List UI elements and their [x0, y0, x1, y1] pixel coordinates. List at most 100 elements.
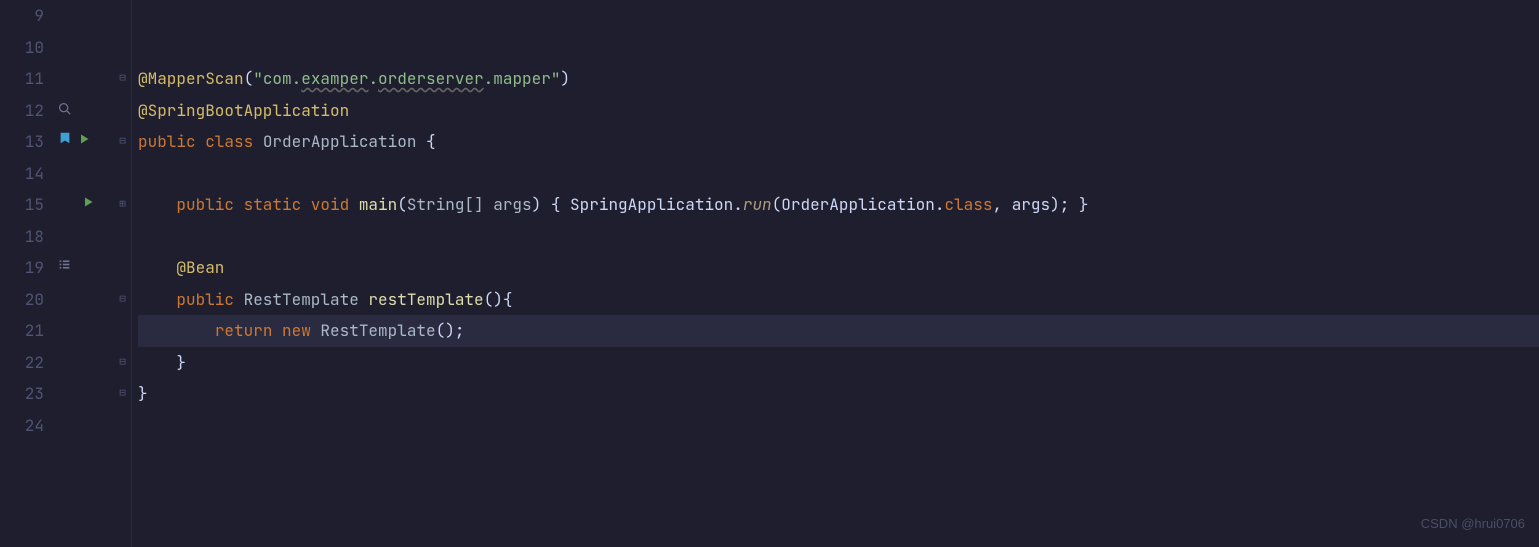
code-line[interactable]: public static void main(String[] args) {… [138, 189, 1539, 221]
code-token: { [426, 126, 436, 158]
fold-toggle[interactable]: ⊟ [114, 347, 131, 379]
gutter-icon-row [54, 189, 114, 221]
gutter-icon-row [54, 347, 114, 379]
fold-toggle[interactable]: ⊞ [114, 189, 131, 221]
code-editor: 910111213141518192021222324 ⊟⊟⊞⊟⊟⊟ @Mapp… [0, 0, 1539, 547]
fold-toggle[interactable]: ⊟ [114, 126, 131, 158]
line-number[interactable]: 20 [0, 284, 44, 316]
line-number[interactable]: 11 [0, 63, 44, 95]
fold-collapse-icon[interactable]: ⊟ [119, 347, 126, 379]
fold-toggle [114, 221, 131, 253]
fold-toggle [114, 0, 131, 32]
code-token: ( [397, 189, 407, 221]
fold-collapse-icon[interactable]: ⊟ [119, 378, 126, 410]
code-token [138, 284, 176, 316]
code-token: } [1079, 189, 1089, 221]
code-token: ( [244, 63, 254, 95]
code-line[interactable]: } [138, 347, 1539, 379]
code-token: (){ [484, 284, 513, 316]
fold-collapse-icon[interactable]: ⊟ [119, 63, 126, 95]
fold-toggle [114, 315, 131, 347]
gutter-icon-row [54, 378, 114, 410]
line-number[interactable]: 13 [0, 126, 44, 158]
gutter-icon-row [54, 32, 114, 64]
fold-collapse-icon[interactable]: ⊟ [119, 126, 126, 158]
code-token: { [551, 189, 570, 221]
code-line[interactable] [138, 410, 1539, 442]
code-line[interactable]: @Bean [138, 252, 1539, 284]
code-token: @Bean [176, 252, 224, 284]
code-token: (OrderApplication. [772, 189, 945, 221]
fold-toggle [114, 252, 131, 284]
code-token: return new [215, 315, 321, 347]
code-token: (); [436, 315, 465, 347]
code-token [138, 347, 176, 379]
gutter-icon-row [54, 252, 114, 284]
fold-toggle [114, 158, 131, 190]
line-number[interactable]: 24 [0, 410, 44, 442]
code-token: public static void [176, 189, 358, 221]
gutter-icon-row [54, 410, 114, 442]
bookmark-icon[interactable] [58, 126, 72, 158]
watermark-text: CSDN @hrui0706 [1421, 508, 1525, 540]
code-token: main [359, 189, 397, 221]
gutter-icon-row [54, 95, 114, 127]
code-line[interactable]: } [138, 378, 1539, 410]
override-icon[interactable] [58, 252, 71, 284]
code-token [138, 252, 176, 284]
line-number[interactable]: 23 [0, 378, 44, 410]
line-number[interactable]: 21 [0, 315, 44, 347]
fold-toggle [114, 32, 131, 64]
gutter-icon-row [54, 221, 114, 253]
line-number[interactable]: 15 [0, 189, 44, 221]
code-token: .mapper" [484, 63, 561, 95]
code-token: run [743, 189, 772, 221]
fold-toggle[interactable]: ⊟ [114, 378, 131, 410]
gutter-icon-row [54, 158, 114, 190]
run-icon[interactable] [78, 126, 90, 158]
code-token: class [944, 189, 992, 221]
code-token: ) [560, 63, 570, 95]
code-line[interactable] [138, 0, 1539, 32]
fold-toggle[interactable]: ⊟ [114, 284, 131, 316]
fold-expand-icon[interactable]: ⊞ [119, 189, 126, 221]
code-token: args [493, 189, 531, 221]
code-line[interactable] [138, 32, 1539, 64]
code-line[interactable]: @MapperScan("com.examper.orderserver.map… [138, 63, 1539, 95]
code-token: orderserver [378, 63, 484, 95]
code-token: ) [532, 189, 551, 221]
fold-column: ⊟⊟⊞⊟⊟⊟ [114, 0, 132, 547]
code-token: . [368, 63, 378, 95]
line-number[interactable]: 14 [0, 158, 44, 190]
line-number[interactable]: 12 [0, 95, 44, 127]
code-token: RestTemplate [320, 315, 435, 347]
line-number[interactable]: 18 [0, 221, 44, 253]
code-line[interactable]: @SpringBootApplication [138, 95, 1539, 127]
code-line[interactable]: public RestTemplate restTemplate(){ [138, 284, 1539, 316]
code-line[interactable] [138, 221, 1539, 253]
code-line[interactable]: return new RestTemplate(); [138, 315, 1539, 347]
code-token: examper [301, 63, 368, 95]
search-icon[interactable] [58, 95, 71, 127]
code-line[interactable] [138, 158, 1539, 190]
line-number[interactable]: 9 [0, 0, 44, 32]
line-number[interactable]: 10 [0, 32, 44, 64]
gutter-icon-row [54, 126, 114, 158]
fold-toggle [114, 95, 131, 127]
line-number-gutter: 910111213141518192021222324 [0, 0, 54, 547]
code-token: @SpringBootApplication [138, 95, 349, 127]
gutter-icon-row [54, 63, 114, 95]
fold-toggle[interactable]: ⊟ [114, 63, 131, 95]
code-token: public class [138, 126, 263, 158]
run-icon[interactable] [82, 189, 94, 221]
gutter-icon-row [54, 284, 114, 316]
code-line[interactable]: public class OrderApplication { [138, 126, 1539, 158]
code-area[interactable]: @MapperScan("com.examper.orderserver.map… [132, 0, 1539, 547]
code-token: public [176, 284, 243, 316]
fold-collapse-icon[interactable]: ⊟ [119, 284, 126, 316]
code-token: SpringApplication. [570, 189, 743, 221]
code-token: } [176, 347, 186, 379]
line-number[interactable]: 19 [0, 252, 44, 284]
line-number[interactable]: 22 [0, 347, 44, 379]
code-token [138, 189, 176, 221]
